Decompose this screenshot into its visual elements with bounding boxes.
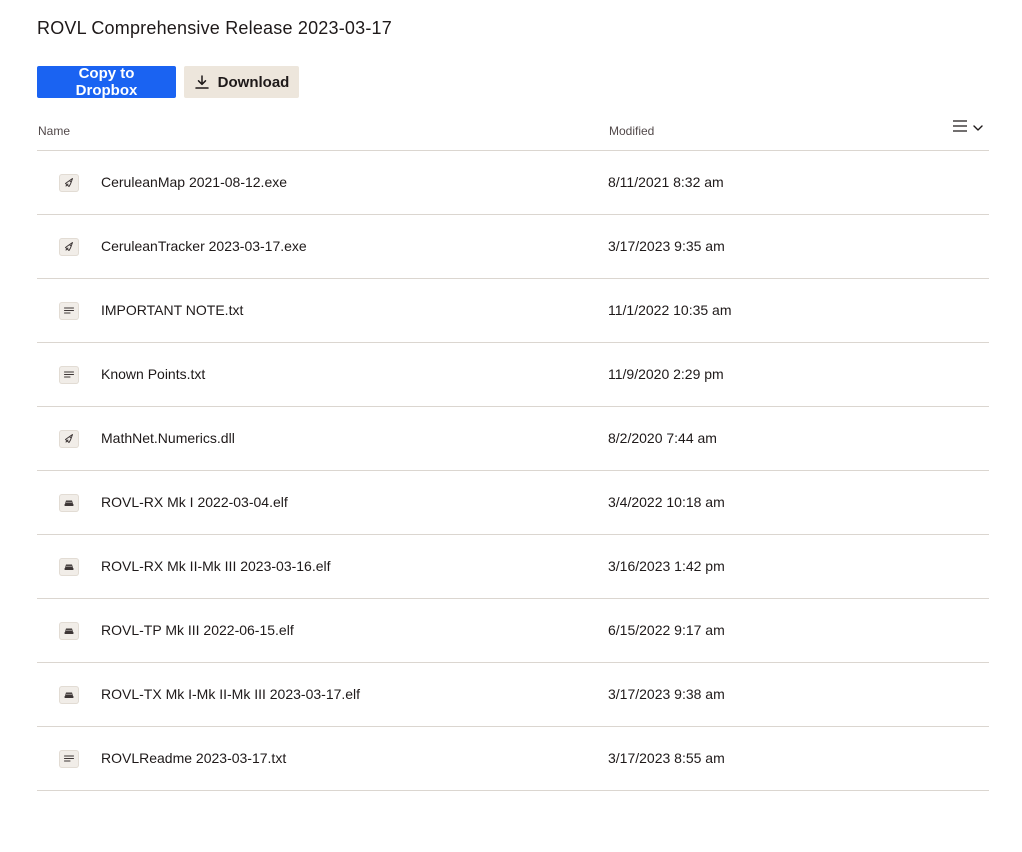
- page-title: ROVL Comprehensive Release 2023-03-17: [37, 18, 392, 38]
- column-header-modified[interactable]: Modified: [609, 124, 654, 138]
- list-view-icon: [953, 120, 967, 135]
- table-row[interactable]: ROVLReadme 2023-03-17.txt 3/17/2023 8:55 …: [37, 727, 989, 791]
- file-modified-date: 3/17/2023 8:55 am: [608, 750, 725, 766]
- file-modified-date: 3/17/2023 9:35 am: [608, 238, 725, 254]
- table-row[interactable]: CeruleanTracker 2023-03-17.exe 3/17/2023 …: [37, 215, 989, 279]
- download-label: Download: [217, 73, 290, 91]
- download-button[interactable]: Download: [184, 66, 299, 98]
- file-name[interactable]: IMPORTANT NOTE.txt: [101, 302, 243, 318]
- file-modified-date: 6/15/2022 9:17 am: [608, 622, 725, 638]
- column-header-name[interactable]: Name: [38, 124, 70, 138]
- file-rows: CeruleanMap 2021-08-12.exe 8/11/2021 8:32…: [37, 151, 989, 791]
- file-list: Name Modified CeruleanMap 2021-08-12.exe…: [37, 112, 989, 791]
- binary-file-icon: [59, 686, 79, 704]
- action-bar: Copy to Dropbox Download: [37, 65, 299, 99]
- table-row[interactable]: MathNet.Numerics.dll 8/2/2020 7:44 am: [37, 407, 989, 471]
- table-row[interactable]: ROVL-RX Mk II-Mk III 2023-03-16.elf 3/16/…: [37, 535, 989, 599]
- file-modified-date: 8/2/2020 7:44 am: [608, 430, 717, 446]
- file-name[interactable]: ROVLReadme 2023-03-17.txt: [101, 750, 286, 766]
- file-name[interactable]: ROVL-RX Mk II-Mk III 2023-03-16.elf: [101, 558, 331, 574]
- file-name[interactable]: ROVL-TP Mk III 2022-06-15.elf: [101, 622, 294, 638]
- file-modified-date: 3/16/2023 1:42 pm: [608, 558, 725, 574]
- binary-file-icon: [59, 494, 79, 512]
- file-modified-date: 11/9/2020 2:29 pm: [608, 366, 724, 382]
- file-name[interactable]: ROVL-TX Mk I-Mk II-Mk III 2023-03-17.elf: [101, 686, 360, 702]
- text-file-icon: [59, 750, 79, 768]
- file-name[interactable]: Known Points.txt: [101, 366, 205, 382]
- executable-icon: [59, 174, 79, 192]
- text-file-icon: [59, 302, 79, 320]
- binary-file-icon: [59, 558, 79, 576]
- table-row[interactable]: IMPORTANT NOTE.txt 11/1/2022 10:35 am: [37, 279, 989, 343]
- executable-icon: [59, 430, 79, 448]
- file-name[interactable]: MathNet.Numerics.dll: [101, 430, 235, 446]
- file-name[interactable]: CeruleanTracker 2023-03-17.exe: [101, 238, 307, 254]
- chevron-down-icon: [973, 121, 983, 135]
- table-row[interactable]: ROVL-TX Mk I-Mk II-Mk III 2023-03-17.elf…: [37, 663, 989, 727]
- file-list-header: Name Modified: [37, 112, 989, 151]
- file-modified-date: 3/17/2023 9:38 am: [608, 686, 725, 702]
- file-modified-date: 11/1/2022 10:35 am: [608, 302, 732, 318]
- table-row[interactable]: ROVL-TP Mk III 2022-06-15.elf 6/15/2022 9…: [37, 599, 989, 663]
- view-toggle[interactable]: [953, 120, 983, 135]
- table-row[interactable]: Known Points.txt 11/9/2020 2:29 pm: [37, 343, 989, 407]
- file-name[interactable]: ROVL-RX Mk I 2022-03-04.elf: [101, 494, 288, 510]
- table-row[interactable]: CeruleanMap 2021-08-12.exe 8/11/2021 8:32…: [37, 151, 989, 215]
- executable-icon: [59, 238, 79, 256]
- file-modified-date: 3/4/2022 10:18 am: [608, 494, 725, 510]
- text-file-icon: [59, 366, 79, 384]
- binary-file-icon: [59, 622, 79, 640]
- shared-folder-page: ROVL Comprehensive Release 2023-03-17 Co…: [0, 0, 1022, 852]
- file-name[interactable]: CeruleanMap 2021-08-12.exe: [101, 174, 287, 190]
- download-icon: [194, 74, 210, 90]
- file-modified-date: 8/11/2021 8:32 am: [608, 174, 724, 190]
- table-row[interactable]: ROVL-RX Mk I 2022-03-04.elf 3/4/2022 10:1…: [37, 471, 989, 535]
- copy-to-dropbox-button[interactable]: Copy to Dropbox: [37, 65, 176, 99]
